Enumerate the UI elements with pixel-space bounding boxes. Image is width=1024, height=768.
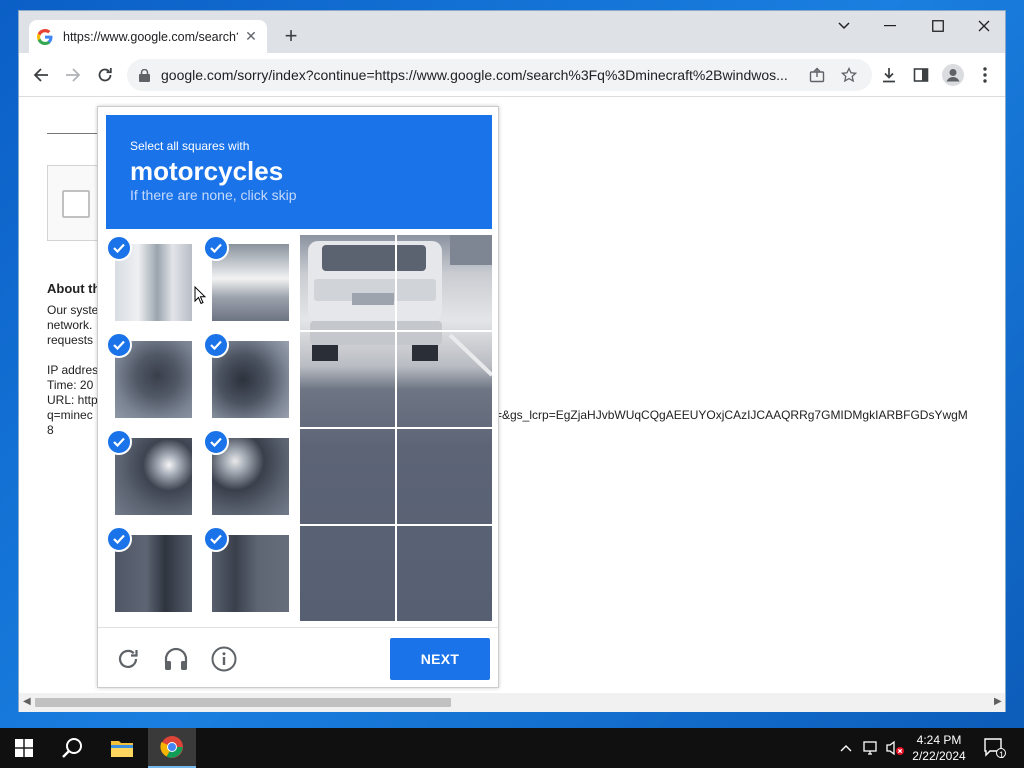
captcha-tile[interactable]	[203, 526, 300, 623]
grid-line	[300, 524, 492, 526]
horizontal-scrollbar[interactable]: ◀ ▶	[19, 693, 1005, 712]
volume-muted-icon[interactable]	[884, 728, 906, 768]
minimize-button[interactable]	[867, 11, 913, 41]
unselected-tiles-grid	[300, 235, 492, 621]
tab-google-search[interactable]: https://www.google.com/search? ✕	[29, 20, 267, 53]
reload-challenge-icon[interactable]	[114, 645, 142, 673]
challenge-header: Select all squares with motorcycles If t…	[106, 115, 492, 229]
address-bar[interactable]: google.com/sorry/index?continue=https://…	[127, 59, 872, 91]
tab-title: https://www.google.com/search?	[63, 29, 238, 44]
url-tail: =&gs_lcrp=EgZjaHJvbWUqCQgAEEUYOxjCAzIJCA…	[495, 408, 968, 422]
chrome-taskbar-icon[interactable]	[148, 728, 196, 768]
checkmark-icon	[106, 332, 132, 358]
info-icon[interactable]	[210, 645, 238, 673]
taskbar-clock[interactable]: 4:24 PM 2/22/2024	[906, 732, 972, 764]
para-line: requests	[47, 333, 94, 347]
toolbar: google.com/sorry/index?continue=https://…	[19, 53, 1005, 97]
checkmark-icon	[106, 526, 132, 552]
back-button[interactable]	[27, 61, 55, 89]
bookmark-star-icon[interactable]	[835, 61, 863, 89]
captcha-tile[interactable]	[203, 429, 300, 526]
file-explorer-icon[interactable]	[98, 728, 146, 768]
clock-date: 2/22/2024	[912, 749, 966, 763]
para-line: network.	[47, 318, 93, 332]
close-window-button[interactable]	[961, 11, 1007, 41]
para-line: Our syste	[47, 303, 99, 317]
captcha-tile[interactable]	[106, 526, 203, 623]
ip-label: IP addres	[47, 363, 99, 377]
start-button[interactable]	[0, 728, 48, 768]
notification-center-icon[interactable]: 1	[980, 728, 1010, 768]
reload-button[interactable]	[91, 61, 119, 89]
menu-kebab-icon[interactable]	[971, 61, 999, 89]
url-label: URL: http	[47, 393, 98, 407]
side-panel-icon[interactable]	[907, 61, 935, 89]
captcha-tile[interactable]	[106, 429, 203, 526]
tab-search-icon[interactable]	[821, 11, 867, 41]
checkmark-icon	[203, 429, 229, 455]
tray-expand-icon[interactable]	[836, 728, 856, 768]
captcha-tile[interactable]	[203, 332, 300, 429]
captcha-tile[interactable]	[203, 235, 300, 332]
tab-close-icon[interactable]: ✕	[243, 28, 259, 45]
captcha-tile[interactable]	[106, 332, 203, 429]
maximize-button[interactable]	[915, 11, 961, 41]
grid-line	[300, 427, 492, 429]
scrollbar-thumb[interactable]	[35, 698, 451, 707]
mouse-cursor-icon	[194, 286, 206, 305]
checkmark-icon	[106, 429, 132, 455]
url-text: google.com/sorry/index?continue=https://…	[161, 67, 788, 83]
scroll-left-icon[interactable]: ◀	[23, 696, 31, 707]
google-g-icon	[37, 28, 53, 45]
network-icon[interactable]	[860, 728, 882, 768]
recaptcha-challenge: Select all squares with motorcycles If t…	[97, 106, 499, 688]
taskbar: 4:24 PM 2/22/2024 1	[0, 728, 1024, 768]
search-icon[interactable]	[48, 728, 96, 768]
download-icon[interactable]	[875, 61, 903, 89]
challenge-hint: If there are none, click skip	[130, 187, 297, 203]
next-button[interactable]: NEXT	[390, 638, 490, 680]
recaptcha-checkbox[interactable]	[62, 190, 90, 218]
clock-time: 4:24 PM	[916, 733, 962, 747]
url-line: 8	[47, 423, 54, 437]
profile-avatar-icon[interactable]	[939, 61, 967, 89]
grid-line	[300, 330, 492, 332]
about-heading: About th	[47, 281, 101, 296]
forward-button[interactable]	[59, 61, 87, 89]
challenge-instruction: Select all squares with	[130, 139, 250, 153]
checkmark-icon	[203, 235, 229, 261]
scroll-right-icon[interactable]: ▶	[994, 696, 1002, 707]
share-icon[interactable]	[803, 61, 831, 89]
new-tab-button[interactable]: +	[279, 25, 303, 49]
url-line: q=minec	[47, 408, 93, 422]
checkmark-icon	[203, 332, 229, 358]
challenge-target: motorcycles	[130, 156, 284, 186]
audio-challenge-icon[interactable]	[162, 645, 190, 673]
checkmark-icon	[106, 235, 132, 261]
challenge-footer: NEXT	[98, 627, 498, 688]
tab-strip: https://www.google.com/search? ✕ +	[19, 11, 1005, 53]
checkmark-icon	[203, 526, 229, 552]
time-label: Time: 20	[47, 378, 94, 392]
captcha-tile[interactable]	[106, 235, 203, 332]
lock-icon[interactable]	[139, 68, 153, 82]
notification-count: 1	[999, 750, 1005, 760]
